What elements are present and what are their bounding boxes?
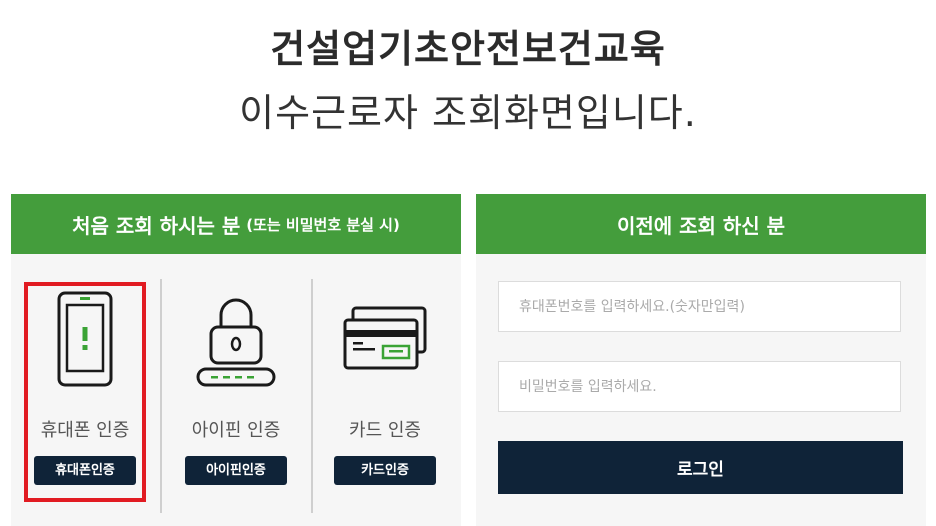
card-auth-label: 카드 인증 [349,420,421,441]
returning-user-panel: 이전에 조회 하신 분 로그인 [476,194,926,526]
credit-card-icon [315,284,455,394]
divider [160,279,162,513]
first-time-panel: 처음 조회 하시는 분 (또는 비밀번호 분실 시) 휴대폰 인증 휴대폰인증 [11,194,461,526]
divider [311,279,313,513]
card-auth-button[interactable]: 카드인증 [334,456,436,485]
padlock-icon [166,284,306,394]
first-time-heading: 처음 조회 하시는 분 [72,213,241,238]
page-subtitle: 이수근로자 조회화면입니다. [239,91,697,135]
returning-heading: 이전에 조회 하신 분 [616,213,786,238]
selected-method-highlight [24,282,146,502]
ipin-auth-button[interactable]: 아이핀인증 [185,456,287,485]
password-input[interactable] [498,361,901,412]
returning-panel-header: 이전에 조회 하신 분 [476,194,926,254]
login-button[interactable]: 로그인 [498,441,903,494]
ipin-auth-label: 아이핀 인증 [191,420,281,441]
first-time-heading-sub: (또는 비밀번호 분실 시) [246,215,400,234]
phone-number-input[interactable] [498,281,901,332]
card-auth-option[interactable]: 카드 인증 카드인증 [315,284,455,485]
ipin-auth-option[interactable]: 아이핀 인증 아이핀인증 [166,284,306,485]
page-title: 건설업기초안전보건교육 [270,27,666,71]
first-time-panel-header: 처음 조회 하시는 분 (또는 비밀번호 분실 시) [11,194,461,254]
